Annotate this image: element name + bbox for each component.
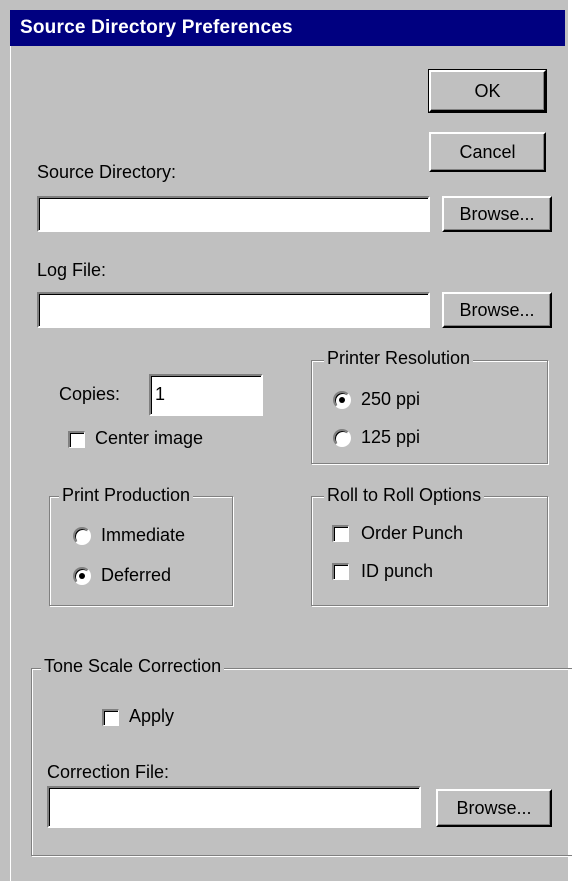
correction-file-input[interactable] — [47, 786, 421, 828]
dialog-window: Source Directory Preferences OK Cancel S… — [0, 0, 572, 881]
apply-checkbox[interactable] — [102, 709, 119, 726]
ok-button[interactable]: OK — [428, 69, 547, 113]
order-punch-checkbox[interactable] — [332, 525, 349, 542]
order-punch-label: Order Punch — [361, 523, 464, 543]
radio-250-ppi[interactable] — [333, 391, 351, 409]
id-punch-checkbox[interactable] — [332, 563, 349, 580]
dialog-body: OK Cancel Source Directory: Browse... Lo… — [10, 46, 572, 881]
window-title: Source Directory Preferences — [20, 17, 293, 38]
radio-selected-dot — [339, 397, 345, 403]
radio-250-ppi-label: 250 ppi — [361, 389, 421, 409]
radio-125-ppi-label: 125 ppi — [361, 427, 421, 447]
copies-label: Copies: — [59, 384, 121, 404]
cancel-button[interactable]: Cancel — [429, 132, 546, 172]
radio-immediate-label: Immediate — [101, 525, 186, 545]
source-directory-label: Source Directory: — [37, 162, 177, 182]
center-image-checkbox[interactable] — [68, 431, 85, 448]
apply-label: Apply — [129, 706, 175, 726]
radio-125-ppi[interactable] — [333, 429, 351, 447]
printer-resolution-group — [311, 360, 548, 464]
radio-selected-dot — [79, 573, 85, 579]
print-production-group — [49, 496, 233, 606]
roll-options-title: Roll to Roll Options — [324, 485, 485, 506]
radio-deferred-label: Deferred — [101, 565, 172, 585]
log-file-label: Log File: — [37, 260, 107, 280]
radio-immediate[interactable] — [73, 527, 91, 545]
source-directory-input[interactable] — [37, 196, 430, 232]
title-bar[interactable]: Source Directory Preferences — [10, 10, 565, 46]
printer-resolution-title: Printer Resolution — [324, 348, 474, 369]
source-directory-browse-button[interactable]: Browse... — [442, 196, 552, 232]
log-file-browse-button[interactable]: Browse... — [442, 292, 552, 328]
print-production-title: Print Production — [59, 485, 194, 506]
roll-options-group — [311, 496, 548, 606]
correction-file-label: Correction File: — [47, 762, 170, 782]
tone-scale-title: Tone Scale Correction — [41, 656, 225, 677]
center-image-label: Center image — [95, 428, 204, 448]
id-punch-label: ID punch — [361, 561, 434, 581]
copies-input[interactable]: 1 — [149, 374, 263, 416]
radio-deferred[interactable] — [73, 567, 91, 585]
correction-file-browse-button[interactable]: Browse... — [436, 789, 552, 827]
log-file-input[interactable] — [37, 292, 430, 328]
